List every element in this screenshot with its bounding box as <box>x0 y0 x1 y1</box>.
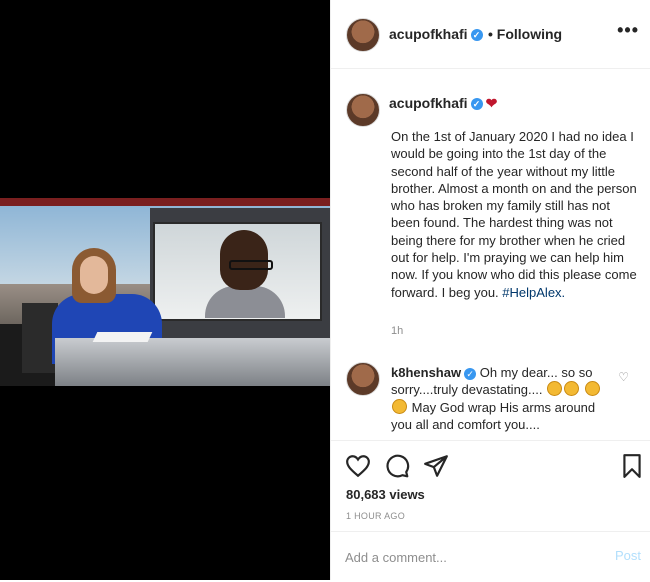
verified-icon: ✓ <box>470 29 483 42</box>
caption-text: On the 1st of January 2020 I had no idea… <box>391 129 637 300</box>
verified-icon: ✓ <box>464 367 477 380</box>
share-icon[interactable] <box>423 453 449 479</box>
more-icon[interactable]: ••• <box>617 20 639 41</box>
comment-icon[interactable] <box>384 453 410 479</box>
comment-avatar[interactable] <box>346 362 380 396</box>
tv-news-photo <box>0 198 330 386</box>
post-button[interactable]: Post <box>615 548 641 563</box>
add-comment-bar: Post <box>331 531 650 582</box>
comment-like-icon[interactable]: ♡ <box>618 370 629 384</box>
instagram-post: acupofkhafi ✓ • Following ••• acupofkhafi… <box>0 0 650 580</box>
caption-avatar[interactable] <box>346 93 380 127</box>
sad-emoji-icon <box>584 381 600 397</box>
hashtag-link[interactable]: #HelpAlex. <box>502 285 565 300</box>
heart-icon[interactable] <box>345 453 371 479</box>
comment-text: k8henshaw ✓ Oh my dear... so so sorry....… <box>391 364 613 433</box>
post-header: acupofkhafi ✓ • Following ••• <box>331 0 650 69</box>
caption-timestamp[interactable]: 1h <box>391 325 403 337</box>
actions-section: 80,683 views 1 HOUR AGO Post <box>331 440 650 581</box>
post-timestamp[interactable]: 1 HOUR AGO <box>346 511 405 521</box>
following-button[interactable]: • Following <box>488 26 562 42</box>
header-username[interactable]: acupofkhafi ✓ <box>389 26 483 42</box>
post-panel: acupofkhafi ✓ • Following ••• acupofkhafi… <box>330 0 650 580</box>
sad-emoji-icon <box>547 381 563 397</box>
sad-emoji-icon <box>564 381 580 397</box>
sad-emoji-icon <box>392 398 407 414</box>
heart-emoji-icon: ❤ <box>485 95 498 111</box>
bookmark-icon[interactable] <box>619 453 645 479</box>
comment-input[interactable] <box>345 546 585 568</box>
avatar[interactable] <box>346 18 380 52</box>
verified-icon: ✓ <box>470 98 483 111</box>
comment-username[interactable]: k8henshaw <box>391 365 461 380</box>
views-count[interactable]: 80,683 views <box>346 487 425 502</box>
post-image[interactable] <box>0 0 330 580</box>
caption-username[interactable]: acupofkhafi ✓ ❤ <box>389 95 497 112</box>
